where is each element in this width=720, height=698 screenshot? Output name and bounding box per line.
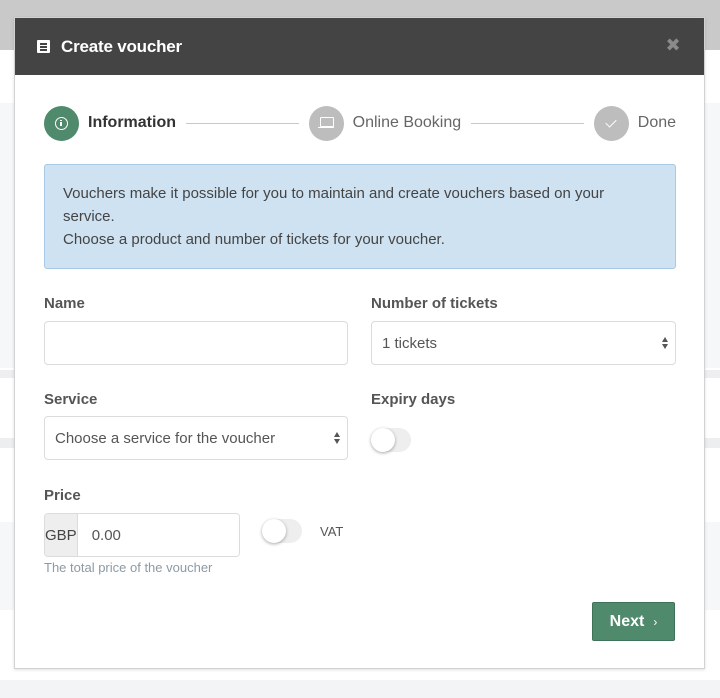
select-arrows-icon xyxy=(662,337,669,349)
price-input[interactable] xyxy=(77,514,239,556)
step-label: Information xyxy=(88,114,176,131)
vat-label: VAT xyxy=(320,524,344,539)
chevron-right-icon: › xyxy=(653,614,658,629)
toggle-knob xyxy=(262,519,286,543)
tickets-selected-value: 1 tickets xyxy=(382,334,438,352)
price-input-group: GBP xyxy=(44,513,240,557)
currency-addon: GBP xyxy=(45,514,78,556)
check-icon xyxy=(605,115,617,128)
step-circle xyxy=(593,105,629,141)
step-circle xyxy=(44,105,79,141)
toggle-knob xyxy=(371,428,395,452)
expiry-days-toggle[interactable] xyxy=(371,428,411,452)
next-button[interactable]: Next › xyxy=(592,602,675,641)
expiry-days-label: Expiry days xyxy=(371,391,456,408)
next-button-label: Next xyxy=(609,612,645,630)
step-label: Online Booking xyxy=(352,114,462,131)
price-label: Price xyxy=(44,487,81,504)
name-label: Name xyxy=(44,295,85,312)
alert-text-line: Vouchers make it possible for you to mai… xyxy=(63,185,605,225)
create-voucher-modal: Create voucher ✖ Information Online Book… xyxy=(14,17,705,669)
info-icon xyxy=(55,116,68,130)
info-alert: Vouchers make it possible for you to mai… xyxy=(44,164,676,269)
tickets-label: Number of tickets xyxy=(371,295,498,312)
service-label: Service xyxy=(44,391,98,408)
step-connector xyxy=(186,122,299,124)
step-connector xyxy=(471,122,584,124)
service-selected-value: Choose a service for the voucher xyxy=(55,429,276,447)
alert-text-line: Choose a product and number of tickets f… xyxy=(63,231,445,248)
wizard-stepper: Information Online Booking Done xyxy=(44,105,676,141)
service-select[interactable]: Choose a service for the voucher xyxy=(44,416,348,460)
close-button[interactable]: ✖ xyxy=(664,36,682,54)
list-icon xyxy=(37,40,50,53)
tickets-select[interactable]: 1 tickets xyxy=(371,321,676,365)
step-circle xyxy=(308,105,344,141)
name-input[interactable] xyxy=(44,321,348,365)
step-online-booking[interactable]: Online Booking xyxy=(308,105,462,141)
close-icon: ✖ xyxy=(665,35,681,55)
step-information[interactable]: Information xyxy=(44,105,176,141)
modal-header: Create voucher ✖ xyxy=(15,18,704,75)
laptop-icon xyxy=(318,117,335,129)
step-label: Done xyxy=(637,114,677,131)
step-done[interactable]: Done xyxy=(593,105,677,141)
modal-title: Create voucher xyxy=(61,36,182,56)
price-help-text: The total price of the voucher xyxy=(44,560,213,575)
backdrop-footer xyxy=(0,680,720,698)
select-arrows-icon xyxy=(334,432,341,444)
vat-toggle[interactable] xyxy=(262,519,302,543)
